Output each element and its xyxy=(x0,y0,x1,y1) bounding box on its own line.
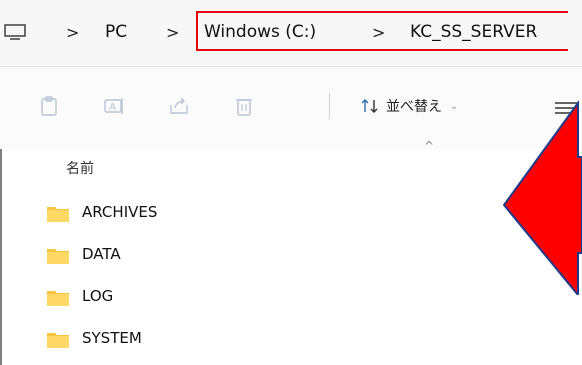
sort-icon xyxy=(361,99,378,113)
folder-icon xyxy=(47,291,69,306)
command-bar: A 並べ替え ⌄ xyxy=(0,67,582,149)
folder-icon xyxy=(47,249,69,264)
address-bar[interactable]: > PC > Windows (C:) > KC_SS_SERVER xyxy=(0,0,582,67)
rename-icon[interactable]: A xyxy=(103,95,125,117)
folder-name: SYSTEM xyxy=(82,329,142,347)
red-arrow-annotation xyxy=(502,99,582,295)
sort-button[interactable]: 並べ替え ⌄ xyxy=(360,93,458,119)
breadcrumb-separator-icon: > xyxy=(166,23,180,42)
folder-name: DATA xyxy=(82,245,121,263)
list-item[interactable]: LOG xyxy=(0,277,480,319)
delete-icon[interactable] xyxy=(233,95,255,117)
folder-name: ARCHIVES xyxy=(82,203,158,221)
paste-icon[interactable] xyxy=(38,95,60,117)
chevron-down-icon: ⌄ xyxy=(450,100,459,112)
sort-label: 並べ替え xyxy=(386,99,442,115)
breadcrumb-highlight-box xyxy=(196,11,568,51)
list-item[interactable]: DATA xyxy=(0,235,480,277)
list-item[interactable]: ARCHIVES xyxy=(0,193,480,235)
folder-icon xyxy=(47,333,69,348)
breadcrumb-separator-icon: > xyxy=(66,23,80,42)
breadcrumb-item-pc[interactable]: PC xyxy=(105,22,127,42)
folder-icon xyxy=(47,207,69,222)
column-header-label: 名前 xyxy=(66,161,94,177)
column-header-name[interactable]: 名前 xyxy=(0,150,582,190)
this-pc-icon[interactable] xyxy=(4,24,26,40)
share-icon[interactable] xyxy=(168,95,190,117)
toolbar-divider xyxy=(329,93,330,119)
sort-ascending-icon: ^ xyxy=(424,139,435,153)
list-item[interactable]: SYSTEM xyxy=(0,319,480,361)
svg-text:A: A xyxy=(109,102,116,113)
folder-name: LOG xyxy=(82,287,114,305)
